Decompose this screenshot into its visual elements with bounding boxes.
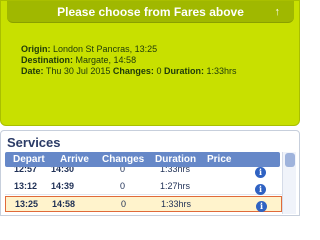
date-label: Date: (21, 66, 44, 76)
choose-fares-label: Please choose from Fares above (57, 5, 244, 19)
scrollbar-thumb[interactable] (285, 153, 295, 167)
table-row-selected[interactable]: 13:25 14:58 0 1:33hrs i (5, 196, 282, 212)
depart-time: 12:57 (14, 167, 38, 174)
arrive-time: 14:30 (51, 167, 75, 174)
column-header-duration[interactable]: Duration (155, 152, 196, 167)
services-title: Services (7, 135, 61, 150)
date-value: Thu 30 Jul 2015 (45, 66, 111, 76)
depart-time: 13:25 (15, 199, 39, 209)
up-arrow-icon[interactable]: ↑ (275, 1, 281, 23)
origin-label: Origin: (21, 44, 51, 54)
destination-line: Destination: Margate, 14:58 (21, 55, 136, 66)
duration-label: Duration: (163, 66, 204, 76)
journey-duration: 1:33hrs (161, 199, 192, 209)
duration-value: 1:33hrs (206, 66, 237, 76)
table-row[interactable]: 13:12 14:39 0 1:27hrs i (5, 178, 282, 195)
changes-count: 0 (121, 199, 127, 209)
destination-value: Margate, 14:58 (75, 55, 137, 65)
services-scrollbar[interactable] (282, 152, 296, 214)
origin-value: London St Pancras, 13:25 (53, 44, 158, 54)
services-table-body: 12:57 14:30 0 1:33hrs i 13:12 14:39 0 1:… (5, 167, 282, 215)
changes-count: 0 (120, 167, 126, 174)
choose-fares-button[interactable]: Please choose from Fares above ↑ (7, 1, 294, 23)
journey-summary-panel: Please choose from Fares above ↑ Origin:… (0, 0, 300, 126)
destination-label: Destination: (21, 55, 74, 65)
table-row[interactable]: 12:57 14:30 0 1:33hrs i (5, 167, 282, 178)
depart-time: 13:12 (14, 181, 38, 191)
column-header-price[interactable]: Price (207, 152, 231, 167)
journey-duration: 1:27hrs (160, 181, 191, 191)
column-header-depart[interactable]: Depart (13, 152, 45, 167)
changes-count: 0 (120, 181, 126, 191)
column-header-changes[interactable]: Changes (102, 152, 144, 167)
arrive-time: 14:39 (51, 181, 75, 191)
column-header-arrive[interactable]: Arrive (60, 152, 89, 167)
changes-label: Changes: (112, 66, 154, 76)
journey-duration: 1:33hrs (160, 167, 191, 174)
info-icon[interactable]: i (256, 199, 267, 213)
services-table-header: Depart Arrive Changes Duration Price (5, 152, 280, 167)
date-line: Date: Thu 30 Jul 2015 Changes: 0 Duratio… (21, 66, 237, 77)
arrive-time: 14:58 (52, 199, 76, 209)
services-panel: Services Depart Arrive Changes Duration … (0, 130, 300, 216)
origin-line: Origin: London St Pancras, 13:25 (21, 44, 157, 55)
changes-value: 0 (156, 66, 162, 76)
